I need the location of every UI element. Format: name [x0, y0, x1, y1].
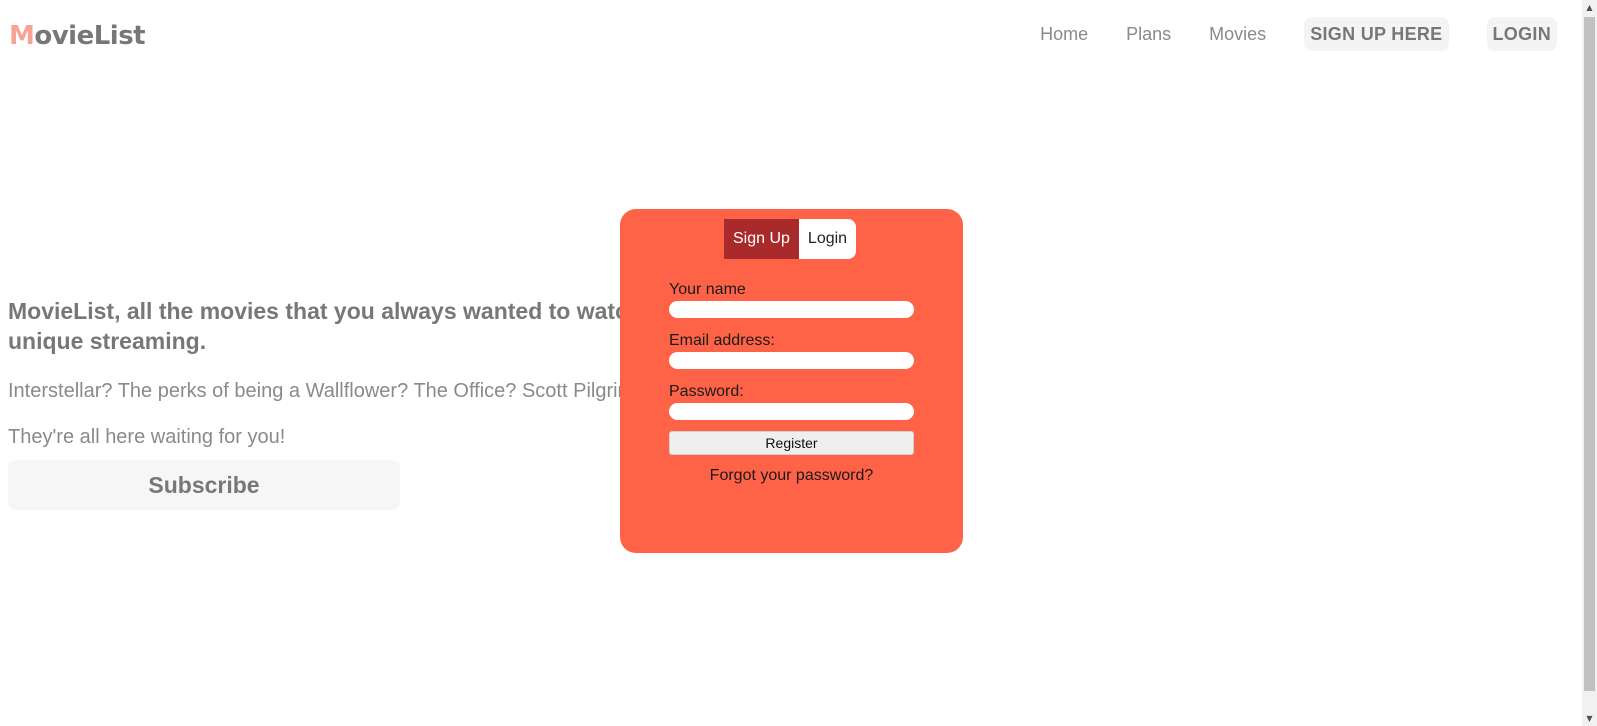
email-label: Email address:	[669, 332, 775, 349]
tab-login[interactable]: Login	[798, 219, 857, 259]
triangle-down-icon[interactable]: ▼	[1582, 711, 1597, 726]
signup-form: Your name Email address: Password: Regis…	[669, 281, 914, 486]
name-label: Your name	[669, 281, 746, 298]
nav-link-plans[interactable]: Plans	[1126, 17, 1171, 51]
signup-here-button[interactable]: SIGN UP HERE	[1304, 17, 1449, 51]
auth-modal: Sign Up Login Your name Email address: P…	[620, 209, 963, 553]
main-nav: Home Plans Movies SIGN UP HERE LOGIN	[1040, 17, 1557, 51]
nav-link-home[interactable]: Home	[1040, 17, 1088, 51]
tab-sign-up[interactable]: Sign Up	[724, 219, 799, 259]
password-label: Password:	[669, 383, 744, 400]
page: MovieList Home Plans Movies SIGN UP HERE…	[0, 0, 1597, 726]
logo[interactable]: MovieList	[9, 18, 146, 54]
logo-first-letter: M	[9, 21, 35, 51]
register-button[interactable]: Register	[669, 431, 914, 455]
password-input[interactable]	[669, 403, 914, 420]
triangle-up-icon[interactable]: ▲	[1582, 0, 1597, 15]
forgot-password-link[interactable]: Forgot your password?	[669, 466, 914, 486]
auth-tabs: Sign Up Login	[724, 219, 857, 259]
subscribe-button[interactable]: Subscribe	[8, 460, 400, 510]
name-input[interactable]	[669, 301, 914, 318]
vertical-scrollbar[interactable]: ▲ ▼	[1582, 0, 1597, 726]
hero-title: MovieList, all the movies that you alway…	[8, 298, 688, 354]
scrollbar-thumb[interactable]	[1584, 17, 1595, 691]
nav-link-movies[interactable]: Movies	[1209, 17, 1266, 51]
login-button[interactable]: LOGIN	[1486, 17, 1557, 51]
email-input[interactable]	[669, 352, 914, 369]
logo-rest: ovieList	[34, 21, 146, 51]
